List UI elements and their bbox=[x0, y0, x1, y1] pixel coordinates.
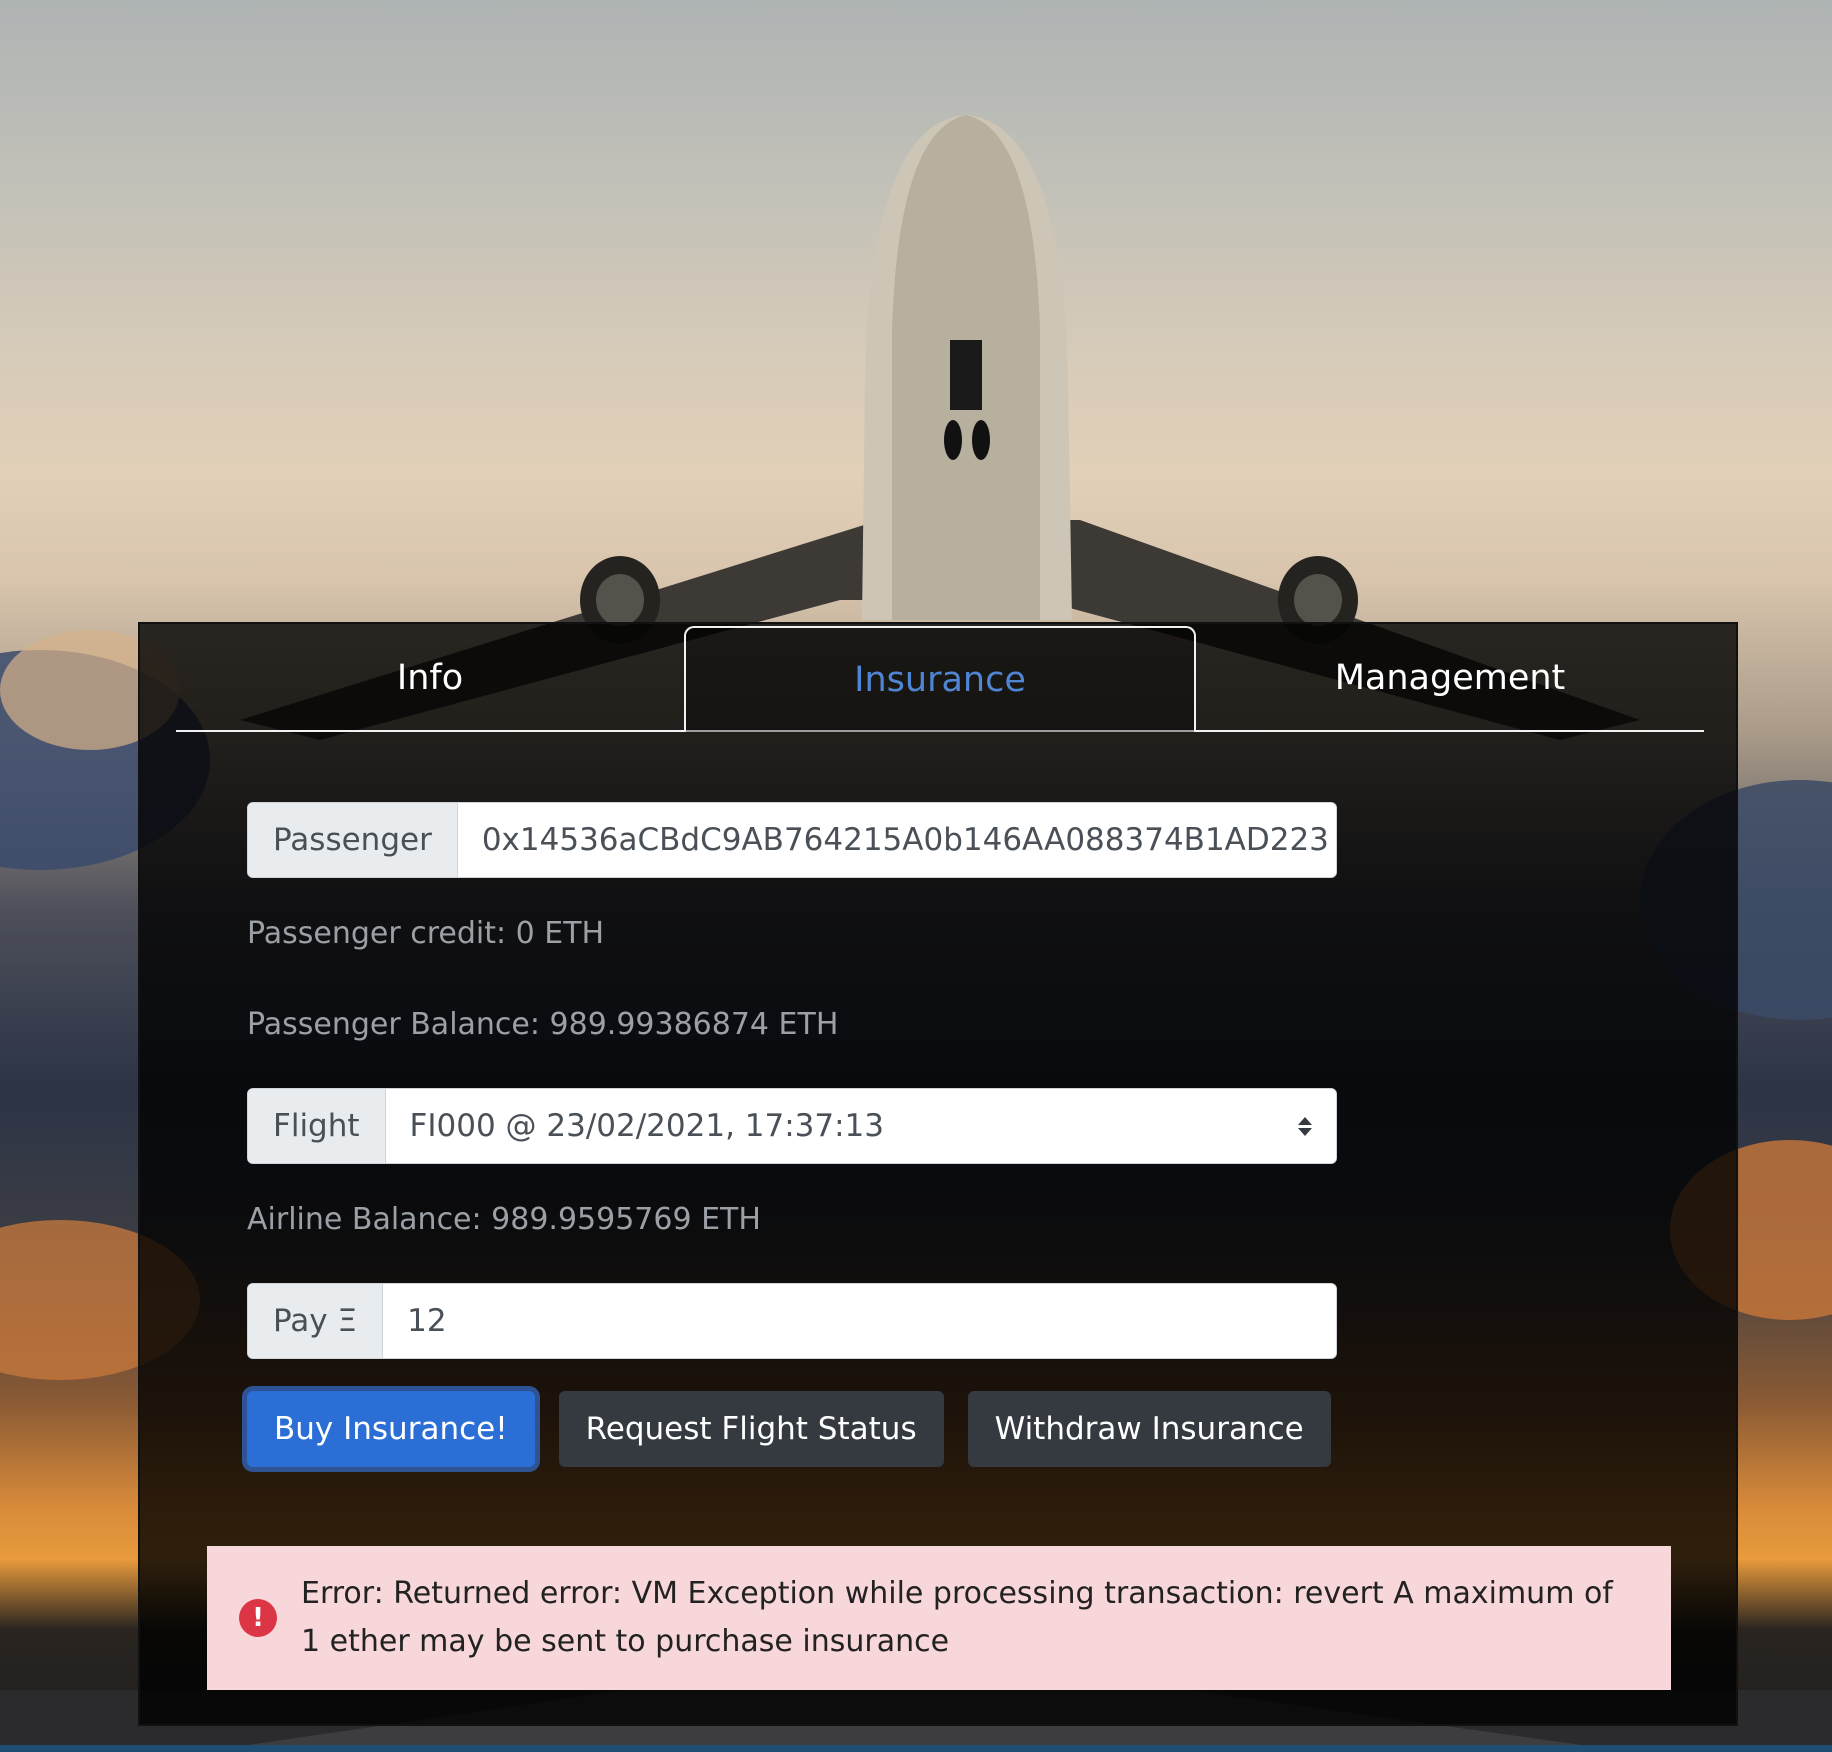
select-arrows-icon bbox=[1298, 1116, 1312, 1136]
error-alert: ! Error: Returned error: VM Exception wh… bbox=[207, 1546, 1671, 1690]
pay-label: Pay Ξ bbox=[248, 1284, 384, 1358]
passenger-selected-value: 0x14536aCBdC9AB764215A0b146AA088374B1AD2… bbox=[481, 822, 1329, 858]
passenger-select-group: Passenger 0x14536aCBdC9AB764215A0b146AA0… bbox=[247, 802, 1337, 878]
error-message: Error: Returned error: VM Exception whil… bbox=[301, 1576, 1613, 1659]
withdraw-insurance-button[interactable]: Withdraw Insurance bbox=[967, 1391, 1331, 1467]
pay-amount-input[interactable]: 12 bbox=[383, 1284, 1336, 1358]
tab-management[interactable]: Management bbox=[1196, 626, 1704, 730]
flight-select-group: Flight FI000 @ 23/02/2021, 17:37:13 bbox=[247, 1088, 1337, 1164]
passenger-balance: Passenger Balance: 989.99386874 ETH bbox=[247, 1007, 839, 1042]
tab-insurance[interactable]: Insurance bbox=[684, 626, 1196, 732]
flight-select[interactable]: FI000 @ 23/02/2021, 17:37:13 bbox=[385, 1089, 1336, 1163]
action-buttons: Buy Insurance! Request Flight Status Wit… bbox=[247, 1391, 1337, 1467]
buy-insurance-button[interactable]: Buy Insurance! bbox=[247, 1391, 535, 1467]
bottom-strip bbox=[0, 1745, 1832, 1752]
flight-selected-value: FI000 @ 23/02/2021, 17:37:13 bbox=[409, 1108, 885, 1144]
pay-input-group: Pay Ξ 12 bbox=[247, 1283, 1337, 1359]
passenger-label: Passenger bbox=[248, 803, 458, 877]
error-icon: ! bbox=[239, 1599, 277, 1637]
passenger-select[interactable]: 0x14536aCBdC9AB764215A0b146AA088374B1AD2… bbox=[457, 803, 1336, 877]
insurance-form: Passenger 0x14536aCBdC9AB764215A0b146AA0… bbox=[247, 802, 1337, 1467]
airline-balance: Airline Balance: 989.9595769 ETH bbox=[247, 1202, 761, 1237]
pay-amount-value: 12 bbox=[407, 1303, 447, 1339]
request-flight-status-button[interactable]: Request Flight Status bbox=[558, 1391, 944, 1467]
insurance-panel: Info Insurance Management Passenger 0x14… bbox=[138, 622, 1738, 1726]
tab-info[interactable]: Info bbox=[176, 626, 684, 730]
tab-bar: Info Insurance Management bbox=[176, 626, 1704, 732]
flight-label: Flight bbox=[248, 1089, 386, 1163]
passenger-credit: Passenger credit: 0 ETH bbox=[247, 916, 605, 951]
